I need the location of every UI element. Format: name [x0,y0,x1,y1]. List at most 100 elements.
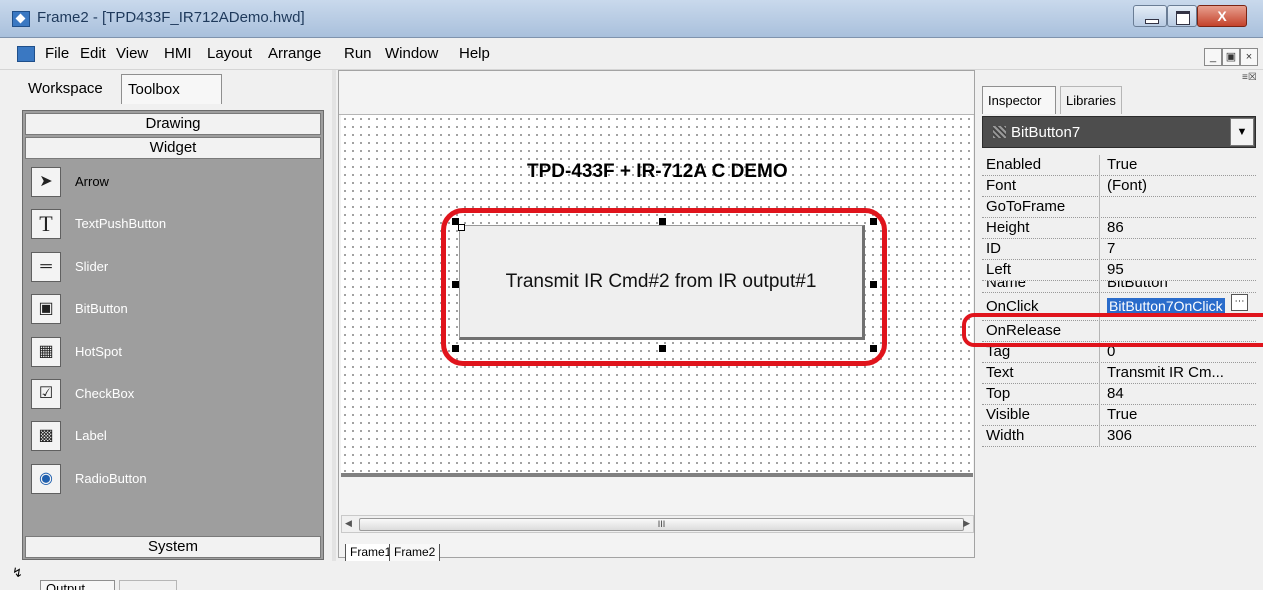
property-value[interactable] [1100,197,1256,218]
tool-label: Label [75,428,107,443]
document-icon[interactable] [17,46,35,62]
property-value[interactable]: True [1100,155,1256,176]
tool-bitbutton[interactable]: ▣ BitButton [29,292,309,326]
slider-icon: ═ [31,252,61,282]
property-row[interactable]: Text Transmit IR Cm... [982,363,1256,384]
canvas-title-label[interactable]: TPD-433F + IR-712A C DEMO [527,161,788,183]
tool-label: BitButton [75,301,128,316]
horizontal-scrollbar[interactable]: ◀ III ▶ [341,515,974,533]
mdi-close-icon[interactable]: × [1240,48,1258,66]
property-row[interactable]: Height 86 [982,218,1256,239]
property-grid: Enabled True Font (Font) GoToFrame Height 8… [982,155,1256,447]
menu-arrange[interactable]: Arrange [268,45,321,62]
tab-libraries[interactable]: Libraries [1060,86,1122,114]
property-name: Text [982,363,1100,384]
tab-toolbox[interactable]: Toolbox [121,74,222,104]
menu-hmi[interactable]: HMI [164,45,192,62]
object-selector[interactable]: BitButton7 ▼ [982,116,1256,148]
property-name: Left [982,260,1100,281]
property-value[interactable]: BitButton [1100,281,1256,292]
onclick-handler-value[interactable]: BitButton7OnClick [1107,298,1225,314]
tool-arrow[interactable]: ➤ Arrow [29,165,309,199]
property-name: Font [982,176,1100,197]
pin-icon[interactable]: ↯ [12,565,23,581]
panel-close-icon[interactable]: ≡☒ [1242,72,1257,83]
label-icon: ▩ [31,421,61,451]
property-value[interactable]: 84 [1100,384,1256,405]
app-icon [12,11,30,27]
property-name: Width [982,426,1100,447]
menu-view[interactable]: View [116,45,148,62]
scroll-thumb[interactable]: III [359,518,964,531]
property-row[interactable]: Left 95 [982,260,1256,281]
mdi-minimize-icon[interactable]: _ [1204,48,1222,66]
property-row[interactable]: ID 7 [982,239,1256,260]
property-value[interactable]: 306 [1100,426,1256,447]
minimize-button[interactable] [1133,5,1167,27]
property-value[interactable]: 95 [1100,260,1256,281]
property-name: Visible [982,405,1100,426]
property-row[interactable]: Name BitButton [982,281,1256,293]
scroll-grip: III [657,519,666,529]
property-value[interactable]: Transmit IR Cm... [1100,363,1256,384]
ellipsis-icon[interactable]: ⋯ [1231,294,1248,311]
property-value[interactable]: (Font) [1100,176,1256,197]
tool-label-widget[interactable]: ▩ Label [29,419,309,453]
close-button[interactable]: X [1197,5,1247,27]
tab-bottom-second[interactable] [119,580,177,590]
arrow-cursor-icon: ➤ [31,167,61,197]
menu-help[interactable]: Help [459,45,490,62]
scroll-right-icon[interactable]: ▶ [963,518,970,529]
tool-checkbox[interactable]: ☑ CheckBox [29,377,309,411]
tool-label: CheckBox [75,386,135,401]
property-value[interactable]: 86 [1100,218,1256,239]
bitbutton-icon: ▣ [31,294,61,324]
bitbutton-icon [993,126,1006,138]
menu-run[interactable]: Run [344,45,372,62]
tool-label: Slider [75,259,109,274]
property-row[interactable]: Width 306 [982,426,1256,447]
menu-edit[interactable]: Edit [80,45,106,62]
tool-label: HotSpot [75,344,122,359]
category-system[interactable]: System [25,536,321,558]
property-name: GoToFrame [982,197,1100,218]
hotspot-icon: ▦ [31,337,61,367]
left-panel-tabs: Workspace Toolbox [20,74,332,104]
property-row[interactable]: Visible True [982,405,1256,426]
property-row[interactable]: GoToFrame [982,197,1256,218]
category-drawing[interactable]: Drawing [25,113,321,135]
menu-file[interactable]: File [45,45,69,62]
checkbox-icon: ☑ [31,379,61,409]
tab-inspector[interactable]: Inspector [982,86,1056,114]
property-value[interactable]: 7 [1100,239,1256,260]
menu-layout[interactable]: Layout [207,45,252,62]
property-name: Top [982,384,1100,405]
category-widget[interactable]: Widget [25,137,321,159]
radiobutton-icon: ◉ [31,464,61,494]
property-row[interactable]: Top 84 [982,384,1256,405]
scroll-left-icon[interactable]: ◀ [345,518,352,529]
tool-slider[interactable]: ═ Slider [29,250,309,284]
splitter[interactable] [332,70,336,590]
text-t-icon: T [31,209,61,239]
property-name: ID [982,239,1100,260]
maximize-button[interactable] [1167,5,1197,27]
title-bar: Frame2 - [TPD433F_IR712ADemo.hwd] X [0,0,1263,38]
annotation-highlight-onclick [962,313,1263,347]
mdi-restore-icon[interactable]: ▣ [1222,48,1240,66]
bottom-panel: ↯ Output [0,561,976,590]
property-row[interactable]: Enabled True [982,155,1256,176]
tab-output[interactable]: Output [40,580,115,590]
tool-textpushbutton[interactable]: T TextPushButton [29,207,309,241]
tool-radiobutton[interactable]: ◉ RadioButton [29,462,309,496]
tool-hotspot[interactable]: ▦ HotSpot [29,335,309,369]
property-row[interactable]: Font (Font) [982,176,1256,197]
menu-window[interactable]: Window [385,45,438,62]
chevron-down-icon[interactable]: ▼ [1230,118,1254,146]
property-value[interactable]: True [1100,405,1256,426]
window-title: Frame2 - [TPD433F_IR712ADemo.hwd] [37,9,305,26]
tool-label: RadioButton [75,471,147,486]
property-name: Height [982,218,1100,239]
tab-workspace[interactable]: Workspace [22,74,109,104]
toolbox-panel: Drawing Widget ➤ Arrow T TextPushButton … [22,110,324,560]
